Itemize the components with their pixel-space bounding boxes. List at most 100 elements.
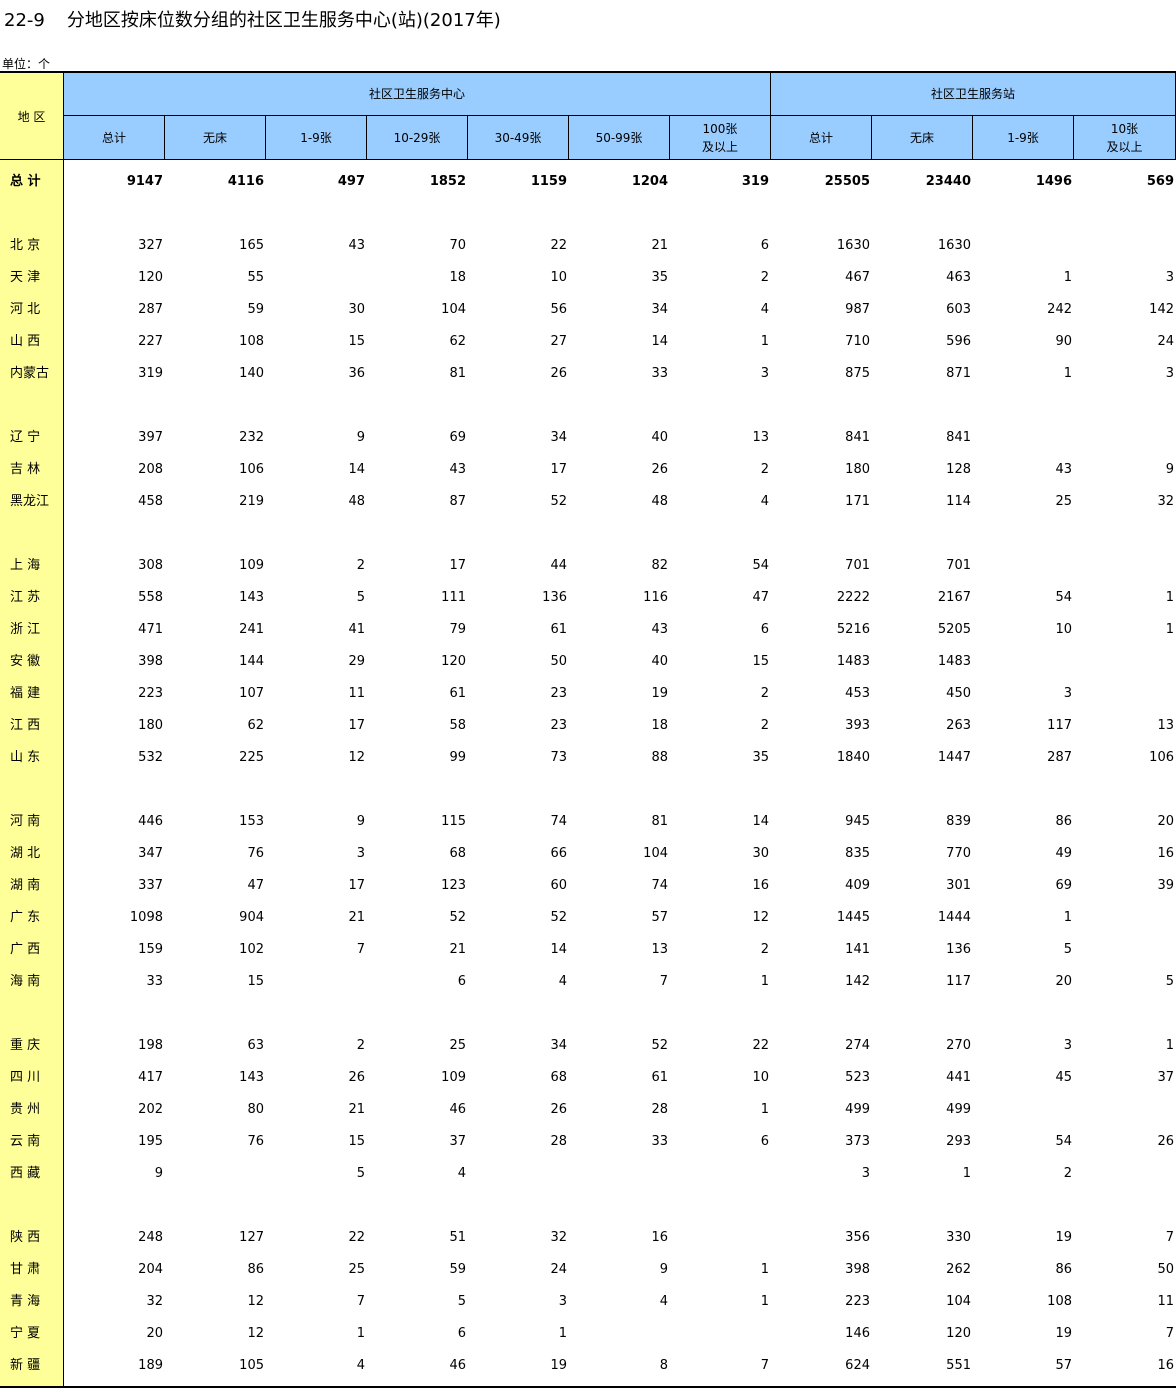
cell-col-3: 120 bbox=[441, 654, 466, 669]
cell-col-6: 22 bbox=[752, 1038, 769, 1053]
region-name: 贵 州 bbox=[0, 1100, 63, 1120]
cell-col-5: 104 bbox=[643, 846, 668, 861]
cell-col-3: 61 bbox=[449, 686, 466, 701]
cell-col-2: 29 bbox=[348, 654, 365, 669]
cell-col-3: 87 bbox=[449, 494, 466, 509]
cell-col-6: 3 bbox=[760, 366, 769, 381]
cell-col-6: 7 bbox=[760, 1358, 769, 1373]
cell-col-10: 39 bbox=[1157, 878, 1174, 893]
cell-col-10 bbox=[1078, 1164, 1174, 1184]
cell-col-9: 3 bbox=[1063, 686, 1072, 701]
cell-col-3: 6 bbox=[457, 974, 466, 989]
region-name-text: 安 徽 bbox=[10, 654, 41, 669]
total-row: 总 计 9147 4116 497 1852 1159 1204 319 25505 23440 1… bbox=[0, 172, 1176, 192]
region-name: 陕 西 bbox=[0, 1228, 63, 1248]
region-name-text: 山 东 bbox=[10, 750, 41, 765]
cell-col-3: 99 bbox=[449, 750, 466, 765]
cell-col-0: 198 bbox=[138, 1038, 163, 1053]
cell-col-3: 5 bbox=[457, 1294, 466, 1309]
cell-col-5: 1204 bbox=[631, 174, 668, 189]
table-number: 22-9 bbox=[4, 10, 45, 31]
cell-col-5: 8 bbox=[659, 1358, 668, 1373]
cell-col-6: 319 bbox=[741, 174, 769, 189]
cell-col-10: 3 bbox=[1165, 366, 1174, 381]
cell-col-8: 23440 bbox=[925, 174, 971, 189]
table-row: 江 西 180 62 17 58 23 18 2 393 263 117 13 bbox=[0, 716, 1176, 736]
cell-col-8: 841 bbox=[946, 430, 971, 445]
cell-col-2: 2 bbox=[356, 1038, 365, 1053]
cell-col-5: 33 bbox=[651, 366, 668, 381]
cell-col-5: 14 bbox=[651, 334, 668, 349]
cell-col-2: 15 bbox=[348, 334, 365, 349]
region-name: 山 东 bbox=[0, 748, 63, 768]
region-name: 河 南 bbox=[0, 812, 63, 832]
cell-col-1: 59 bbox=[247, 302, 264, 317]
cell-col-2 bbox=[269, 972, 365, 992]
cell-col-1: 232 bbox=[239, 430, 264, 445]
cell-col-5: 57 bbox=[651, 910, 668, 925]
cell-col-7: 453 bbox=[845, 686, 870, 701]
cell-col-4: 34 bbox=[550, 1038, 567, 1053]
cell-col-8: 117 bbox=[946, 974, 971, 989]
cell-col-1: 219 bbox=[239, 494, 264, 509]
cell-col-10: 3 bbox=[1165, 270, 1174, 285]
cell-col-1: 76 bbox=[247, 846, 264, 861]
cell-col-3: 70 bbox=[449, 238, 466, 253]
cell-col-3: 6 bbox=[457, 1326, 466, 1341]
region-name: 云 南 bbox=[0, 1132, 63, 1152]
region-name: 青 海 bbox=[0, 1292, 63, 1312]
cell-col-2: 22 bbox=[348, 1230, 365, 1245]
region-name: 吉 林 bbox=[0, 460, 63, 480]
region-name-text: 黑龙江 bbox=[10, 494, 50, 509]
cell-col-3: 37 bbox=[449, 1134, 466, 1149]
cell-col-10: 9 bbox=[1165, 462, 1174, 477]
cell-col-5: 61 bbox=[651, 1070, 668, 1085]
cell-col-7: 146 bbox=[845, 1326, 870, 1341]
cell-col-3: 123 bbox=[441, 878, 466, 893]
cell-col-6: 2 bbox=[760, 686, 769, 701]
region-name: 广 西 bbox=[0, 940, 63, 960]
cell-col-9: 20 bbox=[1055, 974, 1072, 989]
cell-col-8: 499 bbox=[946, 1102, 971, 1117]
region-name: 宁 夏 bbox=[0, 1324, 63, 1344]
region-name-text: 河 北 bbox=[10, 302, 41, 317]
cell-col-8: 5205 bbox=[937, 622, 971, 637]
cell-col-1: 107 bbox=[239, 686, 264, 701]
table-row: 内蒙古 319 140 36 81 26 33 3 875 871 1 3 bbox=[0, 364, 1176, 384]
column-header-center-2: 1-9张 bbox=[266, 116, 367, 159]
cell-col-7: 3 bbox=[861, 1166, 870, 1181]
cell-col-8: 104 bbox=[946, 1294, 971, 1309]
cell-col-10: 26 bbox=[1157, 1134, 1174, 1149]
cell-col-8: 136 bbox=[946, 942, 971, 957]
cell-col-7: 467 bbox=[845, 270, 870, 285]
cell-col-7: 1630 bbox=[836, 238, 870, 253]
cell-col-8: 1483 bbox=[937, 654, 971, 669]
cell-col-4: 32 bbox=[550, 1230, 567, 1245]
region-name: 西 藏 bbox=[0, 1164, 63, 1184]
cell-col-3: 69 bbox=[449, 430, 466, 445]
cell-col-3: 46 bbox=[449, 1102, 466, 1117]
region-name: 辽 宁 bbox=[0, 428, 63, 448]
region-name: 湖 南 bbox=[0, 876, 63, 896]
cell-col-10 bbox=[1078, 908, 1174, 928]
cell-col-6: 2 bbox=[760, 270, 769, 285]
cell-col-4: 74 bbox=[550, 814, 567, 829]
region-name-text: 新 疆 bbox=[10, 1358, 41, 1373]
cell-col-8: 839 bbox=[946, 814, 971, 829]
table-title: 22-9 分地区按床位数分组的社区卫生服务中心(站)(2017年) bbox=[4, 6, 501, 32]
region-name: 上 海 bbox=[0, 556, 63, 576]
cell-col-0: 458 bbox=[138, 494, 163, 509]
cell-col-2: 5 bbox=[356, 590, 365, 605]
cell-col-10 bbox=[1078, 556, 1174, 576]
cell-col-9: 19 bbox=[1055, 1230, 1072, 1245]
cell-col-7: 875 bbox=[845, 366, 870, 381]
cell-col-0: 33 bbox=[146, 974, 163, 989]
cell-col-1: 165 bbox=[239, 238, 264, 253]
cell-col-8: 596 bbox=[946, 334, 971, 349]
column-header-station-1: 无床 bbox=[872, 116, 973, 159]
cell-col-5: 7 bbox=[659, 974, 668, 989]
table-row: 安 徽 398 144 29 120 50 40 15 1483 1483 bbox=[0, 652, 1176, 672]
cell-col-8: 1630 bbox=[937, 238, 971, 253]
cell-col-5: 18 bbox=[651, 718, 668, 733]
cell-col-1: 904 bbox=[239, 910, 264, 925]
